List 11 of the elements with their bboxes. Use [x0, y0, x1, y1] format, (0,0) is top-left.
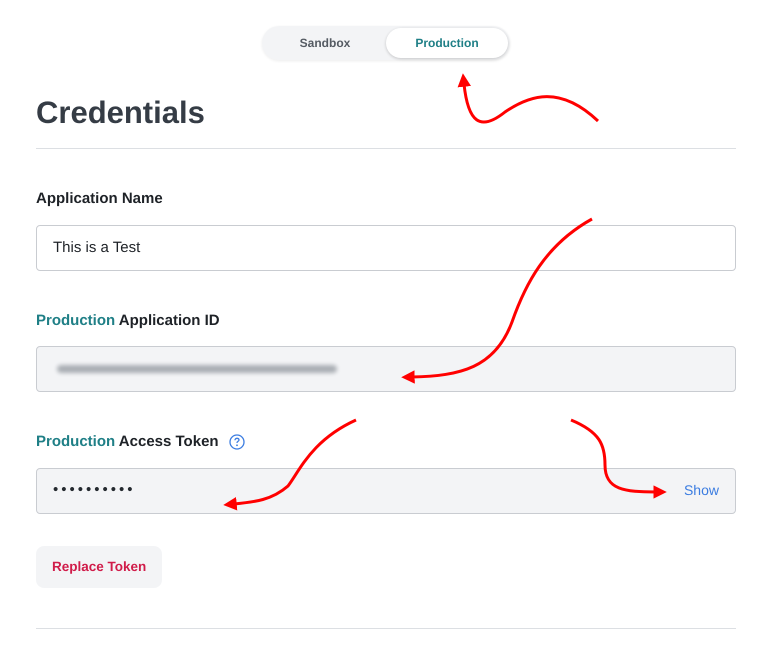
page-title: Credentials	[36, 94, 205, 132]
field-label: Production Application ID	[36, 310, 220, 331]
token-field[interactable]: •••••••••• Show	[36, 468, 736, 514]
environment-tab[interactable]: Sandbox	[264, 28, 386, 58]
environment-tab[interactable]: Production	[386, 28, 508, 58]
show-button[interactable]: Show	[684, 480, 719, 502]
help-icon[interactable]	[228, 434, 245, 450]
replace-token-button[interactable]: Replace Token	[36, 546, 162, 588]
field-label: Production Access Token	[36, 432, 219, 452]
field-label: Application Name	[36, 189, 163, 210]
text-field[interactable]: This is a Test	[36, 224, 736, 271]
